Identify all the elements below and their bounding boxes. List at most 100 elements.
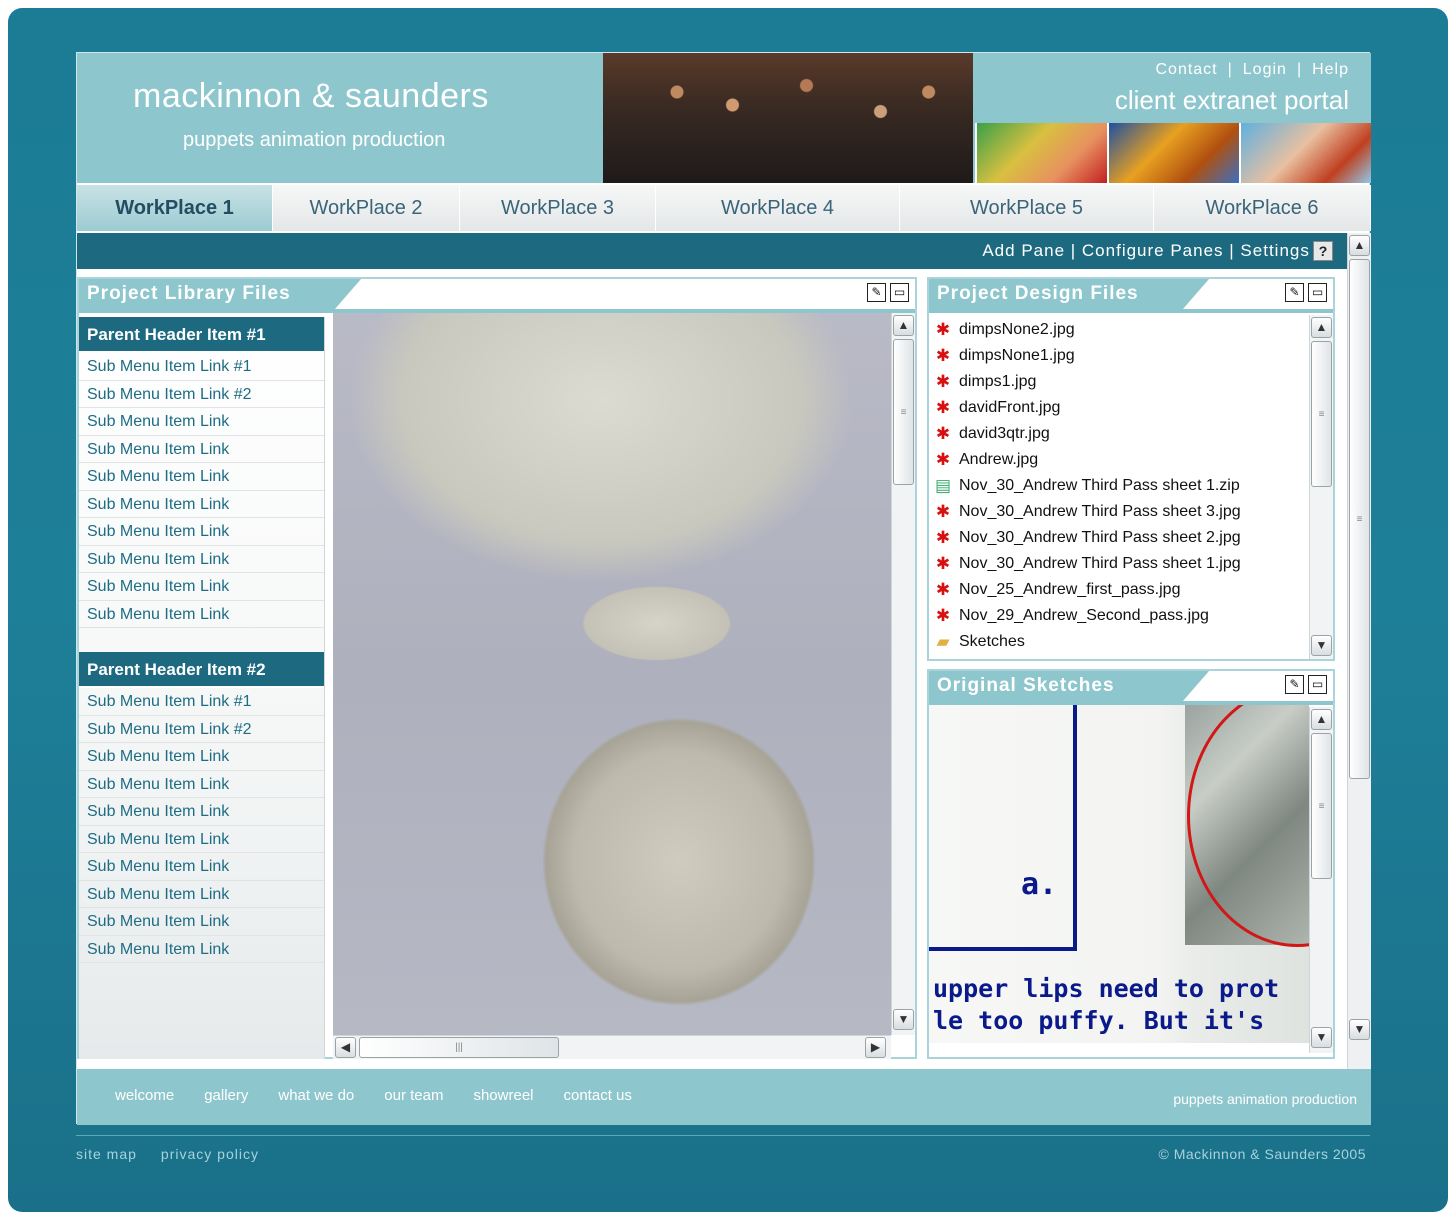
nav-our-team[interactable]: our team bbox=[384, 1087, 443, 1104]
tab-workplace-4[interactable]: WorkPlace 4 bbox=[656, 185, 900, 231]
menu-item[interactable]: Sub Menu Item Link bbox=[79, 826, 324, 853]
menu-item[interactable]: Sub Menu Item Link bbox=[79, 518, 324, 546]
tab-workplace-1[interactable]: WorkPlace 1 bbox=[77, 185, 273, 231]
scroll-up-icon[interactable]: ▲ bbox=[1311, 709, 1332, 730]
site-footer: welcome gallery what we do our team show… bbox=[77, 1069, 1371, 1125]
edit-icon[interactable]: ✎ bbox=[867, 283, 886, 302]
sketch-scrollbar[interactable]: ▲ ≡ ▼ bbox=[1309, 707, 1333, 1053]
scroll-up-icon[interactable]: ▲ bbox=[893, 315, 914, 336]
scrollbar-thumb[interactable]: ≡ bbox=[1311, 733, 1332, 879]
file-item[interactable]: ✱ Nov_25_Andrew_first_pass.jpg bbox=[933, 577, 1307, 603]
scroll-left-icon[interactable]: ◀ bbox=[335, 1037, 356, 1058]
tab-workplace-5[interactable]: WorkPlace 5 bbox=[900, 185, 1154, 231]
menu-item[interactable]: Sub Menu Item Link bbox=[79, 881, 324, 908]
edit-icon[interactable]: ✎ bbox=[1285, 675, 1304, 694]
sketch-image: a. upper lips need to prot le too puffy.… bbox=[929, 705, 1309, 1043]
contact-link[interactable]: Contact bbox=[1155, 61, 1217, 78]
menu-item[interactable]: Sub Menu Item Link bbox=[79, 573, 324, 601]
scroll-down-icon[interactable]: ▼ bbox=[1311, 635, 1332, 656]
menu-item[interactable]: Sub Menu Item Link #2 bbox=[79, 716, 324, 743]
menu-item[interactable]: Sub Menu Item Link bbox=[79, 853, 324, 881]
folder-name: Sketches bbox=[959, 633, 1025, 650]
menu-item[interactable]: Sub Menu Item Link bbox=[79, 546, 324, 573]
menu-item[interactable]: Sub Menu Item Link bbox=[79, 771, 324, 798]
image-vscrollbar[interactable]: ▲ ≡ ▼ bbox=[891, 313, 915, 1035]
menu-item[interactable]: Sub Menu Item Link bbox=[79, 601, 324, 628]
file-list: ✱ dimpsNone2.jpg ✱ dimpsNone1.jpg ✱ dimps1.… bbox=[933, 317, 1307, 655]
project-design-pane: Project Design Files ✎ ▭ ✱ dimpsNone2.jpg… bbox=[927, 277, 1335, 661]
image-hscrollbar[interactable]: ◀ ||| ▶ bbox=[333, 1035, 891, 1059]
scrollbar-thumb[interactable]: ||| bbox=[359, 1037, 559, 1058]
pane-header: Project Design Files ✎ ▭ bbox=[929, 279, 1333, 309]
login-link[interactable]: Login bbox=[1243, 61, 1287, 78]
menu-item[interactable]: Sub Menu Item Link bbox=[79, 408, 324, 436]
file-item[interactable]: ✱ Nov_30_Andrew Third Pass sheet 2.jpg bbox=[933, 525, 1307, 551]
menu-group-header[interactable]: Parent Header Item #2 bbox=[79, 652, 324, 688]
minimize-icon[interactable]: ▭ bbox=[1308, 675, 1327, 694]
scroll-down-icon[interactable]: ▼ bbox=[1311, 1027, 1332, 1048]
file-item[interactable]: ✱ Nov_30_Andrew Third Pass sheet 1.jpg bbox=[933, 551, 1307, 577]
file-item[interactable]: ✱ Nov_29_Andrew_Second_pass.jpg bbox=[933, 603, 1307, 629]
file-item[interactable]: ✱ Andrew.jpg bbox=[933, 447, 1307, 473]
menu-item[interactable]: Sub Menu Item Link #1 bbox=[79, 353, 324, 381]
menu-item[interactable]: Sub Menu Item Link bbox=[79, 436, 324, 463]
menu-group-header[interactable]: Parent Header Item #1 bbox=[79, 317, 324, 353]
file-item[interactable]: ✱ Nov_30_Andrew Third Pass sheet 3.jpg bbox=[933, 499, 1307, 525]
settings-link[interactable]: Settings bbox=[1240, 241, 1309, 260]
scrollbar-thumb[interactable]: ≡ bbox=[893, 339, 914, 485]
file-item[interactable]: ✱ dimpsNone2.jpg bbox=[933, 317, 1307, 343]
character-banner bbox=[975, 123, 1371, 183]
nav-welcome[interactable]: welcome bbox=[115, 1087, 174, 1104]
nav-what-we-do[interactable]: what we do bbox=[278, 1087, 354, 1104]
nav-showreel[interactable]: showreel bbox=[473, 1087, 533, 1104]
scrollbar-thumb[interactable]: ≡ bbox=[1349, 259, 1370, 779]
site-map-link[interactable]: site map bbox=[76, 1146, 137, 1162]
menu-item[interactable]: Sub Menu Item Link bbox=[79, 463, 324, 491]
file-name: Nov_25_Andrew_first_pass.jpg bbox=[959, 581, 1181, 598]
puppet-clay-image bbox=[333, 313, 891, 1035]
help-link[interactable]: Help bbox=[1312, 61, 1349, 78]
nav-gallery[interactable]: gallery bbox=[204, 1087, 248, 1104]
help-button[interactable]: ? bbox=[1313, 241, 1333, 261]
folder-icon: ▰ bbox=[936, 632, 950, 651]
nav-contact-us[interactable]: contact us bbox=[564, 1087, 632, 1104]
workplace-tabs: WorkPlace 1 WorkPlace 2 WorkPlace 3 Work… bbox=[77, 185, 1371, 231]
scroll-down-icon[interactable]: ▼ bbox=[893, 1009, 914, 1030]
scroll-up-icon[interactable]: ▲ bbox=[1349, 235, 1370, 256]
image-file-icon: ✱ bbox=[935, 346, 951, 365]
menu-item[interactable]: Sub Menu Item Link bbox=[79, 798, 324, 826]
scrollbar-thumb[interactable]: ≡ bbox=[1311, 341, 1332, 487]
minimize-icon[interactable]: ▭ bbox=[1308, 283, 1327, 302]
menu-item[interactable]: Sub Menu Item Link bbox=[79, 743, 324, 771]
scroll-right-icon[interactable]: ▶ bbox=[865, 1037, 886, 1058]
file-item[interactable]: ▤ Nov_30_Andrew Third Pass sheet 1.zip bbox=[933, 473, 1307, 499]
tab-workplace-6[interactable]: WorkPlace 6 bbox=[1154, 185, 1371, 231]
file-item[interactable]: ✱ dimps1.jpg bbox=[933, 369, 1307, 395]
footer-nav: welcome gallery what we do our team show… bbox=[115, 1087, 632, 1104]
configure-panes-link[interactable]: Configure Panes bbox=[1082, 241, 1224, 260]
menu-item[interactable]: Sub Menu Item Link bbox=[79, 908, 324, 936]
file-item[interactable]: ✱ david3qtr.jpg bbox=[933, 421, 1307, 447]
toolbar-links: Add Pane | Configure Panes | Settings | bbox=[982, 241, 1320, 260]
file-item[interactable]: ✱ dimpsNone1.jpg bbox=[933, 343, 1307, 369]
menu-item[interactable]: Sub Menu Item Link bbox=[79, 936, 324, 963]
menu-item[interactable]: Sub Menu Item Link bbox=[79, 491, 324, 518]
tab-workplace-2[interactable]: WorkPlace 2 bbox=[273, 185, 460, 231]
tab-workplace-3[interactable]: WorkPlace 3 bbox=[460, 185, 656, 231]
scroll-up-icon[interactable]: ▲ bbox=[1311, 317, 1332, 338]
edit-icon[interactable]: ✎ bbox=[1285, 283, 1304, 302]
page-scrollbar[interactable]: ▲ ≡ ▼ bbox=[1347, 233, 1371, 1069]
sketch-note: upper lips need to prot le too puffy. Bu… bbox=[933, 973, 1279, 1037]
minimize-icon[interactable]: ▭ bbox=[890, 283, 909, 302]
image-file-icon: ✱ bbox=[935, 320, 951, 339]
file-item[interactable]: ✱ davidFront.jpg bbox=[933, 395, 1307, 421]
scroll-down-icon[interactable]: ▼ bbox=[1349, 1019, 1370, 1040]
pane-header-line bbox=[929, 309, 1333, 313]
menu-item[interactable]: Sub Menu Item Link #1 bbox=[79, 688, 324, 716]
menu-item[interactable]: Sub Menu Item Link #2 bbox=[79, 381, 324, 408]
add-pane-link[interactable]: Add Pane bbox=[982, 241, 1065, 260]
privacy-policy-link[interactable]: privacy policy bbox=[161, 1146, 259, 1162]
sketch-note-line: le too puffy. But it's bbox=[933, 1006, 1265, 1035]
folder-item[interactable]: ▰ Sketches bbox=[933, 629, 1307, 655]
file-list-scrollbar[interactable]: ▲ ≡ ▼ bbox=[1309, 315, 1333, 659]
